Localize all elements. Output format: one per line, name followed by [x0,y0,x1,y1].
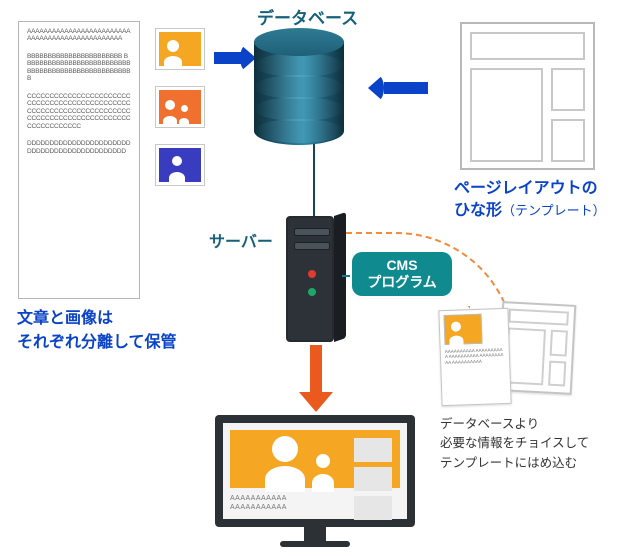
image-thumb-2 [155,86,205,128]
assembly-l3: テンプレートにはめ込む [440,456,577,470]
arrow-server-to-monitor-shaft [310,345,322,395]
separation-caption: 文章と画像は それぞれ分離して保管 [17,307,177,355]
doc-block-a: AAAAAAAAAAAAAAAAAAAAAAAAAAAAAAAAAAAAAAAA… [27,28,131,43]
doc-block-d: DDDDDDDDDDDDDDDDDDDDDDDDDDDDDDDDDDDDDDDD… [27,140,131,155]
template-caption-l2a: ひな形 [454,202,502,219]
server-label: サーバー [209,228,273,252]
arrow-server-to-monitor-icon [299,392,333,412]
database-label: データベース [257,4,358,29]
separation-l2: それぞれ分離して保管 [17,334,177,351]
template-caption: ページレイアウトの ひな形（テンプレート） [454,178,606,223]
server-icon [286,216,342,342]
assembly-content-sheet: AAAAAAAAAA AAAAAAAAAA AAAAAAAAAA AAAAAAA… [438,308,511,406]
assembly-caption: データベースより 必要な情報をチョイスして テンプレートにはめ込む [440,415,589,473]
text-document: AAAAAAAAAAAAAAAAAAAAAAAAAAAAAAAAAAAAAAAA… [18,21,140,299]
assembly-l2: 必要な情報をチョイスして [440,436,589,450]
separation-l1: 文章と画像は [17,310,113,327]
connector-db-server [313,144,315,216]
template-caption-l1: ページレイアウトの [454,180,598,197]
client-monitor: AAAAAAAAAAA AAAAAAAAAAA [215,415,415,541]
arrow-template-to-db-icon [384,82,428,94]
database-icon [254,28,344,143]
arrow-content-to-db-icon [214,52,242,64]
assembly-content-text: AAAAAAAAAA AAAAAAAAAA AAAAAAAAAA AAAAAAA… [445,347,506,365]
monitor-sidebar [354,438,392,520]
template-caption-l2b: （テンプレート） [502,203,606,218]
image-thumb-1 [155,28,205,70]
template-wireframe [460,22,595,170]
image-thumb-3 [155,144,205,186]
assembly-l1: データベースより [440,417,539,431]
doc-block-b: BBBBBBBBBBBBBBBBBBBBBBB BBBBBBBBBBBBBBBB… [27,53,131,83]
doc-block-c: CCCCCCCCCCCCCCCCCCCCCCC CCCCCCCCCCCCCCCC… [27,93,131,130]
